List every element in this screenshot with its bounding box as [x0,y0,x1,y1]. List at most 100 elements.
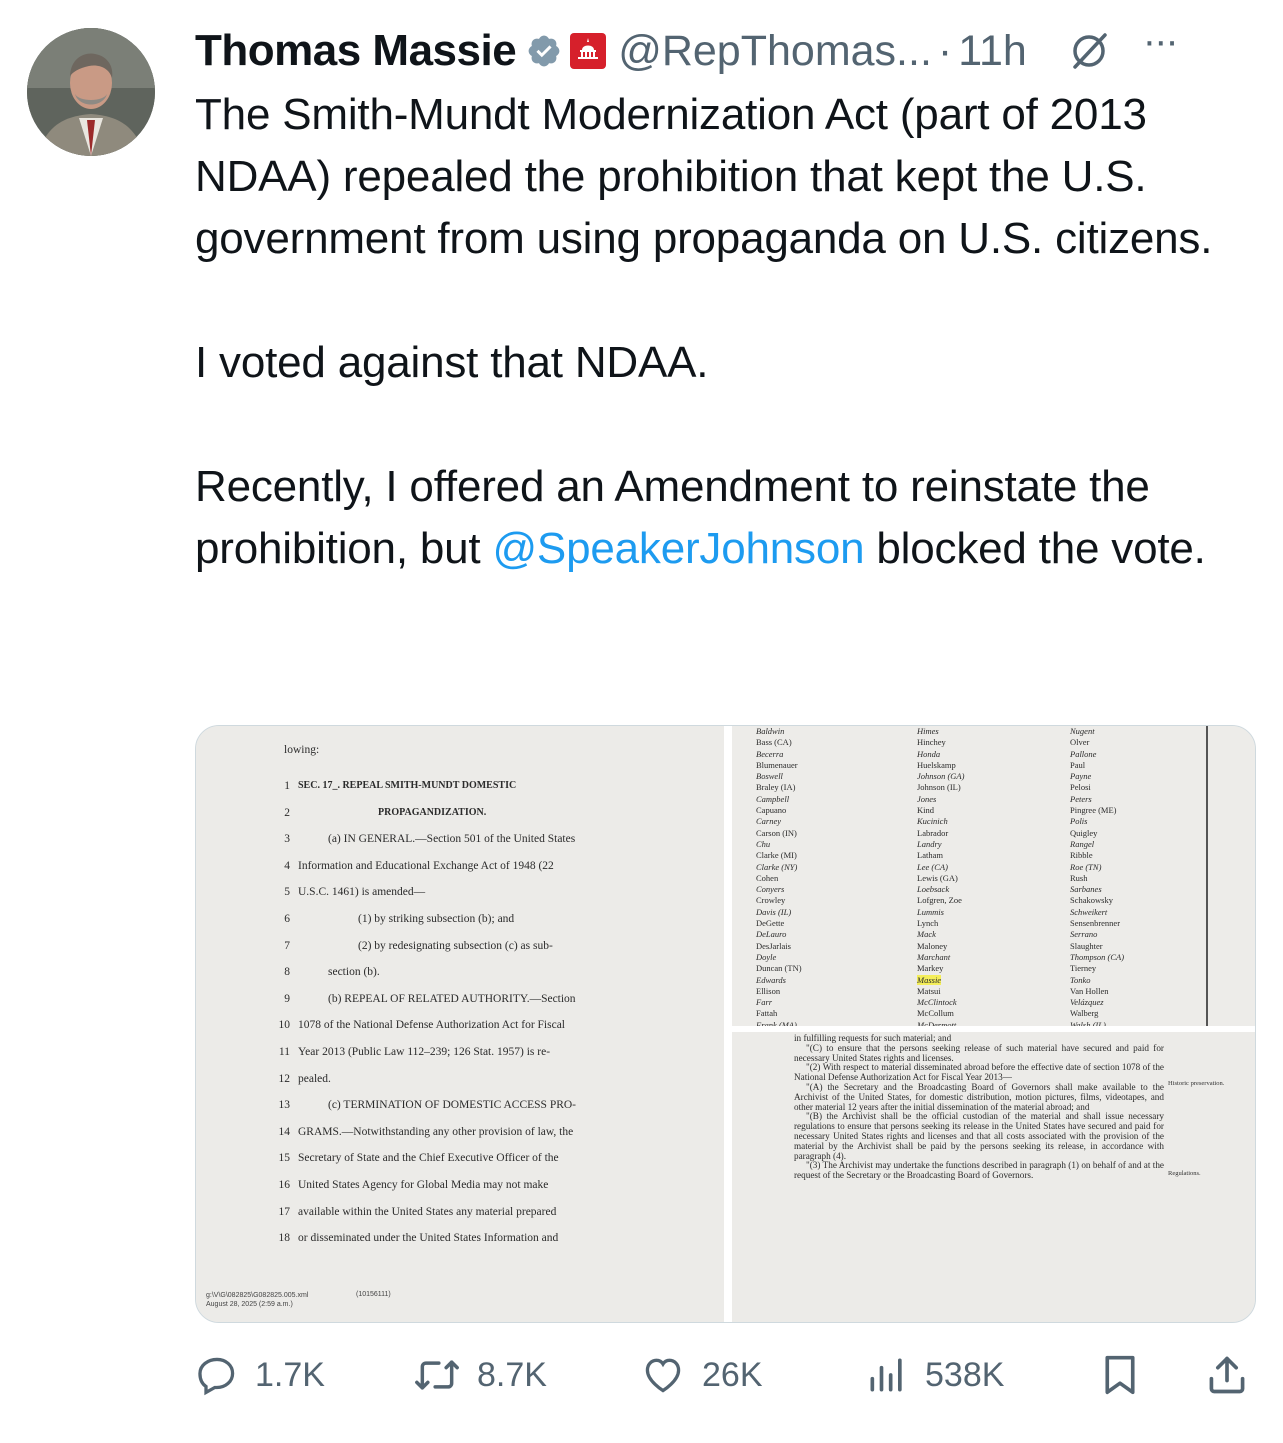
author-handle[interactable]: @RepThomas... [618,27,932,76]
repost-button[interactable]: 8.7K [413,1345,547,1405]
like-icon [645,1358,681,1393]
vote-name: Lewis (GA) [917,872,958,883]
author-name[interactable]: Thomas Massie [195,26,517,76]
vote-name: Carson (IN) [756,827,797,838]
avatar[interactable] [27,28,155,156]
page-edge [1206,726,1208,1026]
vote-name: Lummis [917,906,944,917]
vote-name: Pallone [1070,748,1097,759]
vote-name: Loebsack [917,884,950,895]
vote-name: Walberg [1070,1008,1099,1019]
bill-line-text: section (b). [328,966,380,979]
media-divider [724,726,732,1322]
vote-column-1: Baldwin Bass (CA) Becerra Blumenauer Boswell… [756,726,802,1031]
vote-name: Edwards [756,974,786,985]
bill-line-text: SEC. 17_. REPEAL SMITH-MUNDT DOMESTIC [298,780,517,791]
vote-name: Clarke (MI) [756,850,797,861]
vote-name: Blumenauer [756,759,798,770]
vote-name: DeGette [756,918,785,929]
vote-name: Farr [756,997,773,1008]
grok-icon[interactable] [1067,29,1111,73]
bill-line-text: United States Agency for Global Media ma… [298,1179,549,1191]
vote-name: Boswell [756,771,783,782]
vote-name: Mack [917,929,936,940]
tweet-header: Thomas Massie @RepThomas... · 11h ··· [195,19,1265,80]
media-image-law-text[interactable]: in fulfilling requests for such material… [732,1032,1255,1322]
reply-count: 1.7K [255,1355,325,1394]
views-button[interactable]: 538K [865,1345,1004,1405]
law-margin-note: Historic preservation. [1168,1080,1225,1087]
bill-line-number: 10 [278,1019,291,1032]
bill-footer-date: August 28, 2025 (2:59 a.m.) [206,1301,293,1308]
tweet-time[interactable]: 11h [958,27,1027,76]
reply-button[interactable]: 1.7K [195,1345,325,1405]
vote-name: Slaughter [1070,940,1103,951]
vote-name: Velázquez [1070,997,1104,1008]
vote-name: Peters [1070,793,1092,804]
mention-link[interactable]: @SpeakerJohnson [492,524,864,573]
bookmark-icon [1105,1355,1135,1395]
vote-name: Sensenbrenner [1070,918,1121,929]
media-image-bill[interactable]: lowing: 1 SEC. 17_. REPEAL SMITH-MUNDT DO… [196,726,724,1322]
bill-line-text: U.S.C. 1461) is amended— [298,886,426,899]
vote-name-highlighted: Massie [917,974,942,985]
bill-line-text: pealed. [298,1072,331,1085]
bill-line-number: 5 [284,886,290,899]
law-paragraph: "(B) the Archivist shall be the official… [794,1111,1164,1161]
vote-name: Crowley [756,895,786,906]
action-bar: 1.7K 8.7K 26K 538K [195,1345,1255,1405]
vote-name: Payne [1070,771,1092,782]
vote-name: Campbell [756,793,790,804]
vote-name: Baldwin [756,726,785,736]
vote-name: DeLauro [756,929,787,940]
verified-icon [526,33,562,69]
vote-column-3: Nugent Olver Pallone Paul Payne Pelosi Peters P… [1070,726,1124,1031]
vote-name: Conyers [756,884,785,895]
vote-name: Nugent [1070,726,1095,736]
more-icon[interactable]: ··· [1143,19,1179,64]
vote-name: Olver [1070,737,1090,748]
separator-dot: · [937,26,953,75]
tweet-text: The Smith-Mundt Modernization Act (part … [195,84,1245,580]
vote-name: Braley (IA) [756,782,796,793]
vote-name: Polis [1070,816,1088,827]
repost-count: 8.7K [477,1355,547,1394]
bill-line-text: (c) TERMINATION OF DOMESTIC ACCESS PRO- [328,1099,577,1112]
vote-name: Rangel [1070,838,1095,849]
vote-name: Tonko [1070,974,1091,985]
law-paragraph: "(2) With respect to material disseminat… [794,1062,1164,1083]
bill-line-number: 17 [278,1205,291,1218]
vote-name: Becerra [756,748,784,759]
bill-line-number: 16 [278,1179,291,1191]
bill-line-text: Year 2013 (Public Law 112–239; 126 Stat.… [298,1046,551,1058]
like-button[interactable]: 26K [640,1345,763,1405]
like-count: 26K [702,1355,763,1394]
law-margin-note: Regulations. [1168,1170,1201,1177]
bill-footer-code: (10156111) [356,1291,391,1298]
bill-footer-path: g:\V\G\082825\G082825.005.xml [206,1292,309,1299]
bill-line-number: 1 [284,780,290,792]
bill-line-text: or disseminated under the United States … [298,1232,559,1245]
house-gop-badge-icon [570,33,607,69]
bill-line-number: 4 [284,859,290,872]
bill-line-number: 18 [278,1232,291,1245]
bill-document: lowing: 1 SEC. 17_. REPEAL SMITH-MUNDT DO… [206,744,577,1308]
vote-name: Labrador [917,827,949,838]
bill-line-text: (2) by redesignating subsection (c) as s… [358,939,553,952]
vote-name: Cohen [756,872,779,883]
vote-name: Lofgren, Zoe [917,895,962,906]
repost-icon [415,1360,459,1390]
bill-line-number: 14 [278,1125,291,1138]
tweet-media[interactable]: lowing: 1 SEC. 17_. REPEAL SMITH-MUNDT DO… [195,725,1256,1323]
share-button[interactable] [1205,1345,1249,1405]
vote-name: Quigley [1070,827,1098,838]
vote-name: Lee (CA) [917,861,948,872]
bill-line-text: Information and Educational Exchange Act… [298,859,554,872]
media-image-vote-list[interactable]: Baldwin Bass (CA) Becerra Blumenauer Boswell… [732,726,1255,1030]
bookmark-button[interactable] [1100,1345,1140,1405]
law-paragraph: "(A) the Secretary and the Broadcasting … [794,1081,1164,1112]
vote-name: Kind [917,805,934,816]
bill-line-number: 15 [278,1152,291,1165]
law-paragraph: "(C) to ensure that the persons seeking … [794,1042,1164,1063]
vote-column-2: Himes Hinchey Honda Huelskamp Johnson (GA) Jo… [917,726,964,1031]
